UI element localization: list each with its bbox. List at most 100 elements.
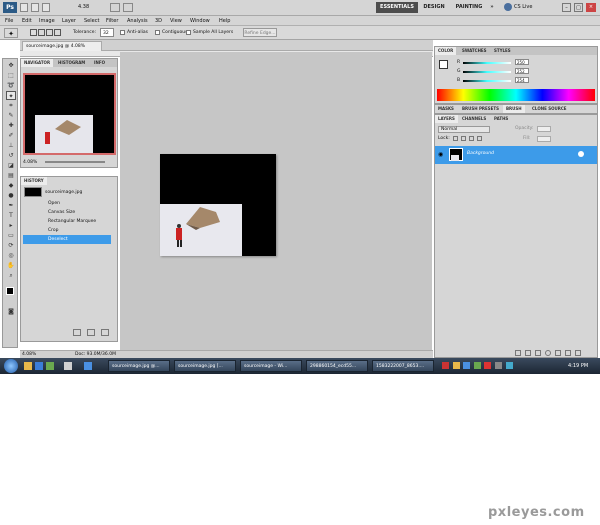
menu-file[interactable]: File — [5, 16, 13, 26]
layer-name[interactable]: Background — [467, 151, 494, 156]
menu-edit[interactable]: Edit — [22, 16, 32, 26]
new-group-icon[interactable] — [555, 350, 561, 356]
new-document-icon[interactable] — [87, 329, 95, 336]
tab-history[interactable]: HISTORY — [21, 177, 47, 185]
taskbar-item[interactable]: sourceimage - Wi... — [240, 360, 302, 372]
clone-stamp-icon[interactable]: ⊥ — [6, 141, 16, 150]
delete-layer-icon[interactable] — [575, 350, 581, 356]
dodge-tool-icon[interactable]: ● — [6, 191, 16, 200]
menu-3d[interactable]: 3D — [155, 16, 162, 26]
menu-select[interactable]: Select — [84, 16, 99, 26]
history-snapshot-thumb[interactable] — [24, 187, 42, 197]
mini-bridge-icon[interactable] — [31, 3, 39, 12]
menu-window[interactable]: Window — [190, 16, 210, 26]
quick-launch-icon[interactable] — [35, 362, 43, 370]
layer-style-icon[interactable] — [525, 350, 531, 356]
color-spectrum-bar[interactable] — [437, 89, 595, 101]
3d-orbit-icon[interactable]: ◎ — [6, 251, 16, 260]
tab-info[interactable]: INFO — [91, 59, 108, 67]
gradient-tool-icon[interactable]: ▤ — [6, 171, 16, 180]
healing-brush-icon[interactable]: ✚ — [6, 121, 16, 130]
contiguous-checkbox[interactable] — [155, 30, 160, 35]
cs-live-menu[interactable]: CS Live — [514, 2, 540, 13]
menu-filter[interactable]: Filter — [106, 16, 118, 26]
history-item[interactable]: Crop — [23, 226, 111, 235]
move-tool-icon[interactable]: ✥ — [6, 61, 16, 70]
intersect-selection-icon[interactable] — [54, 29, 61, 36]
new-layer-icon[interactable] — [565, 350, 571, 356]
blur-tool-icon[interactable]: ◆ — [6, 181, 16, 190]
tab-layers[interactable]: LAYERS — [435, 115, 458, 123]
tab-channels[interactable]: CHANNELS — [459, 115, 489, 123]
pen-tool-icon[interactable]: ✒ — [6, 201, 16, 210]
menu-view[interactable]: View — [170, 16, 182, 26]
new-selection-icon[interactable] — [30, 29, 37, 36]
g-slider[interactable] — [463, 71, 511, 73]
sample-all-layers-checkbox[interactable] — [186, 30, 191, 35]
minimize-button[interactable]: – — [562, 3, 571, 12]
tab-navigator[interactable]: NAVIGATOR — [21, 59, 54, 67]
shape-tool-icon[interactable]: ▭ — [6, 231, 16, 240]
taskbar-item[interactable]: sourceimage.jpg @... — [108, 360, 170, 372]
type-tool-icon[interactable]: T — [6, 211, 16, 220]
lock-transparent-icon[interactable] — [453, 136, 458, 141]
tab-clone-source[interactable]: CLONE SOURCE — [529, 105, 570, 113]
network-icon[interactable] — [505, 362, 513, 369]
start-orb-icon[interactable] — [4, 359, 18, 373]
navigator-zoom-field[interactable]: 4.08% — [23, 159, 41, 166]
quick-launch-icon[interactable] — [24, 362, 32, 370]
eyedropper-tool-icon[interactable]: ✎ — [6, 111, 16, 120]
antialias-checkbox[interactable] — [120, 30, 125, 35]
layer-mask-icon[interactable] — [535, 350, 541, 356]
canvas-area[interactable] — [120, 52, 432, 350]
document-tab[interactable]: sourceimage.jpg @ 4.08% (RGB/8#) — [22, 41, 102, 58]
volume-icon[interactable] — [494, 362, 502, 369]
tab-histogram[interactable]: HISTOGRAM — [55, 59, 88, 67]
color-foreground-swatch[interactable] — [439, 60, 448, 69]
zoom-tool-icon[interactable]: ⌕ — [6, 271, 16, 280]
navigator-preview[interactable] — [23, 73, 116, 155]
new-snapshot-icon[interactable] — [73, 329, 81, 336]
history-item[interactable]: Canvas Size — [23, 208, 111, 217]
quick-select-tool-icon[interactable]: ✦ — [6, 91, 16, 100]
arrange-documents-icon[interactable] — [110, 3, 120, 12]
marquee-tool-icon[interactable]: ⬚ — [6, 71, 16, 80]
b-value-input[interactable]: 254 — [515, 77, 529, 83]
maximize-button[interactable]: □ — [574, 3, 583, 12]
quick-launch-icon[interactable] — [64, 362, 72, 370]
link-layers-icon[interactable] — [515, 350, 521, 356]
tray-icon[interactable] — [484, 362, 492, 369]
layer-row-background[interactable]: ◉ Background — [435, 146, 597, 164]
tab-paths[interactable]: PATHS — [491, 115, 511, 123]
tab-masks[interactable]: MASKS — [435, 105, 457, 113]
history-snapshot-name[interactable]: sourceimage.jpg — [45, 189, 105, 197]
quick-launch-icon[interactable] — [46, 362, 54, 370]
tab-brush[interactable]: BRUSH — [503, 105, 525, 113]
menu-image[interactable]: Image — [39, 16, 55, 26]
brush-tool-icon[interactable]: ✐ — [6, 131, 16, 140]
b-slider[interactable] — [463, 80, 511, 82]
tab-brush-presets[interactable]: BRUSH PRESETS — [459, 105, 502, 113]
crop-tool-icon[interactable]: ⌗ — [6, 101, 16, 110]
menu-analysis[interactable]: Analysis — [127, 16, 148, 26]
r-slider[interactable] — [463, 62, 511, 64]
quick-launch-icon[interactable] — [84, 362, 92, 370]
hand-tool-icon[interactable] — [42, 3, 50, 12]
r-value-input[interactable]: 250 — [515, 59, 529, 65]
tab-styles[interactable]: STYLES — [491, 47, 514, 55]
blend-mode-select[interactable]: Normal — [438, 126, 490, 133]
g-value-input[interactable]: 252 — [515, 68, 529, 74]
more-workspaces-icon[interactable]: » — [487, 2, 497, 13]
path-select-icon[interactable]: ▸ — [6, 221, 16, 230]
eraser-tool-icon[interactable]: ◪ — [6, 161, 16, 170]
3d-rotate-icon[interactable]: ⟳ — [6, 241, 16, 250]
history-item-selected[interactable]: Deselect — [23, 235, 111, 244]
tab-swatches[interactable]: SWATCHES — [459, 47, 490, 55]
add-selection-icon[interactable] — [38, 29, 45, 36]
fill-input[interactable] — [537, 136, 551, 142]
lock-all-icon[interactable] — [477, 136, 482, 141]
document-canvas[interactable] — [160, 154, 276, 256]
workspace-essentials[interactable]: ESSENTIALS — [376, 2, 418, 13]
taskbar-item[interactable]: 298860154_ecd55... — [306, 360, 368, 372]
lock-pixels-icon[interactable] — [461, 136, 466, 141]
